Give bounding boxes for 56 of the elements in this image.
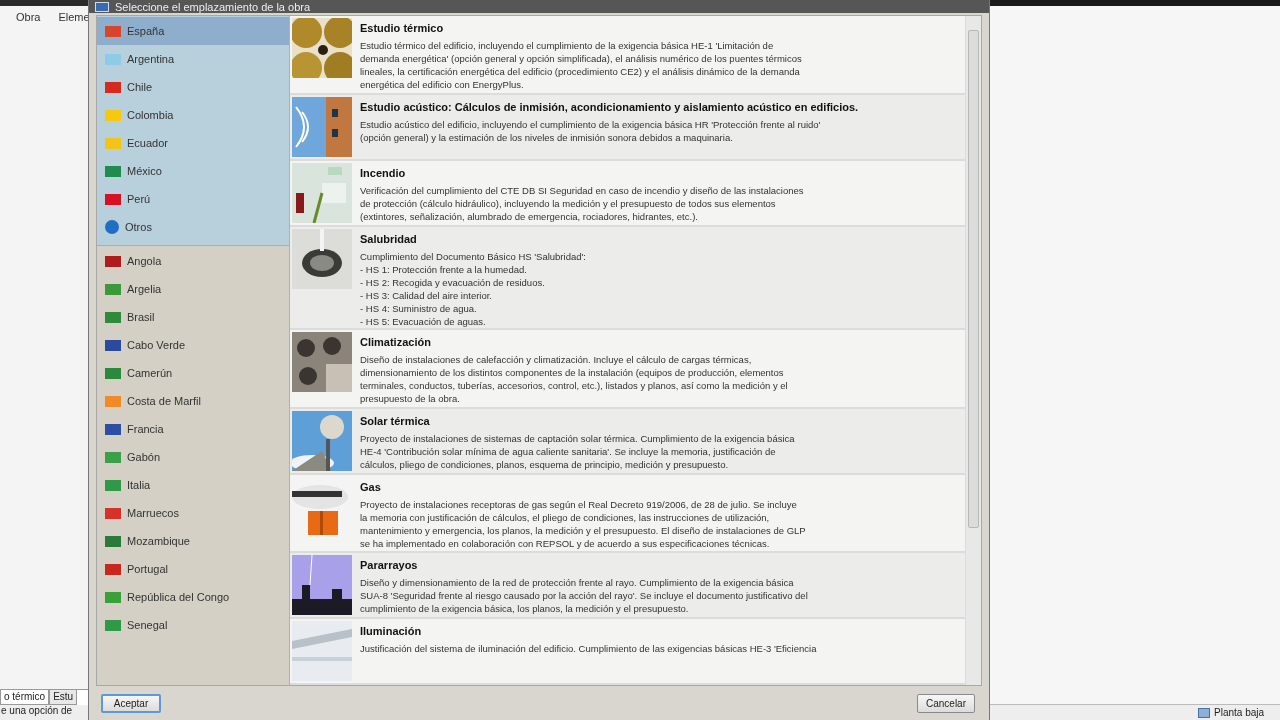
scrollbar[interactable] [965,16,981,686]
country-item[interactable]: Italia [97,471,289,500]
menu-item[interactable]: Obra [14,11,43,23]
country-item[interactable]: Angola [97,247,289,276]
country-item[interactable]: Senegal [97,611,289,640]
country-item[interactable]: Colombia [97,101,289,130]
module-description: Proyecto de instalaciones de sistemas de captación solar térmica. Cumplimiento de la exigencia básica HE-4 'Contribución solar mínima de agua caliente sanitaria'. Se incluye la memoria, justificación de cálculos, pliego de condiciones, planos, esquema de principio, medición y presupuesto. [360,431,795,471]
status-text: Planta baja [1214,707,1265,718]
country-item[interactable]: México [97,157,289,186]
country-item[interactable]: Otros [97,213,289,242]
country-item[interactable]: Costa de Marfil [97,387,289,416]
window-icon [95,1,109,12]
module-item[interactable] [290,330,965,409]
module-description: Diseño y dimensionamiento de la red de protección frente al rayo. Cumplimiento de la exigencia básica SUA-8 'Seguridad frente al riesgo causado por la acción del rayo'. Se incluye el documento justificativo del cumplimiento de la exigencia básica, los planos, la medición y el presupuesto. [360,576,808,616]
accept-button[interactable]: Aceptar [101,693,161,713]
country-item[interactable]: Argelia [97,275,289,304]
module-title: Climatización [360,336,432,350]
module-description: Verificación del cumplimiento del CTE DB SI Seguridad en caso de incendio y diseño de las instalaciones de protección (cálculo hidráulico), incluyendo la medición y el presupuesto de todos sus elementos (extintores, señalización, alumbrado de emergencia, rociadores, hidrantes, etc.). [360,183,804,223]
country-item[interactable]: Cabo Verde [97,331,289,360]
module-title: Estudio acústico: Cálculos de inmisión, acondicionamiento y aislamiento acústico en edificios. [360,100,859,114]
country-item[interactable]: Perú [97,185,289,214]
country-item[interactable]: Camerún [97,359,289,388]
module-title: Salubridad [360,232,418,246]
country-item[interactable]: Argentina [97,45,289,74]
country-item[interactable]: Portugal [97,555,289,584]
module-description: Estudio térmico del edificio, incluyendo el cumplimiento de la exigencia básica HE-1 'Limitación de demanda energética' (opción general y opción simplificada), el análisis numérico de los puentes térmicos lineales, la certificación energética del edificio (procedimiento CE2) y el análisis dinámico de la demanda energética del edificio con EnergyPlus. [360,39,802,92]
module-description: Proyecto de instalaciones receptoras de gas según el Real Decreto 919/2006, de 28 de julio. Se incluye la memoria con justificación de cálculos, el pliego de condiciones, las instrucciones de utilización, mantenimiento y emergencia, los planos, la medición y el presupuesto. El diseño de instalaciones de GLP se ha implementado en colaboración con REPSOL y de acuerdo a sus especificaciones técnicas. [360,497,806,550]
module-description: Diseño de instalaciones de calefacción y climatización. Incluye el cálculo de cargas térmicas, dimensionamiento de los distintos componentes de la instalación (equipos de producción, elementos terminales, conductos, tuberías, accesorios, control, etc.), listados y planos, así como la medición y el presupuesto de la obra. [360,353,788,406]
module-item[interactable]: Iluminación Justificación del sistema de iluminación del edificio. Cumplimiento de las exigencias básicas HE-3 'Eficiencia [290,619,965,686]
module-item[interactable] [290,94,965,161]
country-item[interactable]: Gabón [97,443,289,472]
country-item[interactable]: Brasil [97,303,289,332]
module-title: Estudio térmico [360,22,445,36]
module-description: Cumplimiento del Documento Básico HS 'Salubridad': - HS 1: Protección frente a la humedad. - HS 2: Recogida y evacuación de residuos. - HS 3: Calidad del aire interior. - HS 4: Suministro de agua. - HS 5: Evacuación de aguas. [360,249,586,328]
tab[interactable]: Estu [49,690,78,705]
status-text: e una opción de [1,705,73,716]
module-description: Estudio acústico del edificio, incluyendo el cumplimiento de la exigencia básica HR 'Protección frente al ruido' (opción general) y la estimación de los niveles de inmisión sonora debidos a maquinaria. [360,117,822,144]
tab[interactable]: o térmico [0,690,50,705]
module-description: Justificación del sistema de iluminación del edificio. Cumplimiento de las exigencias básicas HE-3 'Eficiencia [360,642,817,656]
module-item[interactable] [290,553,965,620]
country-item[interactable]: Francia [97,415,289,444]
floor-icon [1198,707,1210,718]
window-title: Seleccione el emplazamiento de la obra [115,0,311,13]
country-item[interactable]: República del Congo [97,583,289,612]
module-title: Pararrayos [360,559,419,573]
cancel-button[interactable]: Cancelar [916,693,975,713]
country-item[interactable]: Chile [97,73,289,102]
module-title: Incendio [360,166,407,180]
module-title: Iluminación [360,625,423,639]
module-title: Gas [360,480,382,494]
country-item[interactable]: Ecuador [97,129,289,158]
module-title: Solar térmica [360,414,431,428]
module-item[interactable] [290,474,965,554]
country-item[interactable]: España [97,17,289,46]
country-item[interactable]: Mozambique [97,527,289,556]
country-item[interactable]: Marruecos [97,499,289,528]
